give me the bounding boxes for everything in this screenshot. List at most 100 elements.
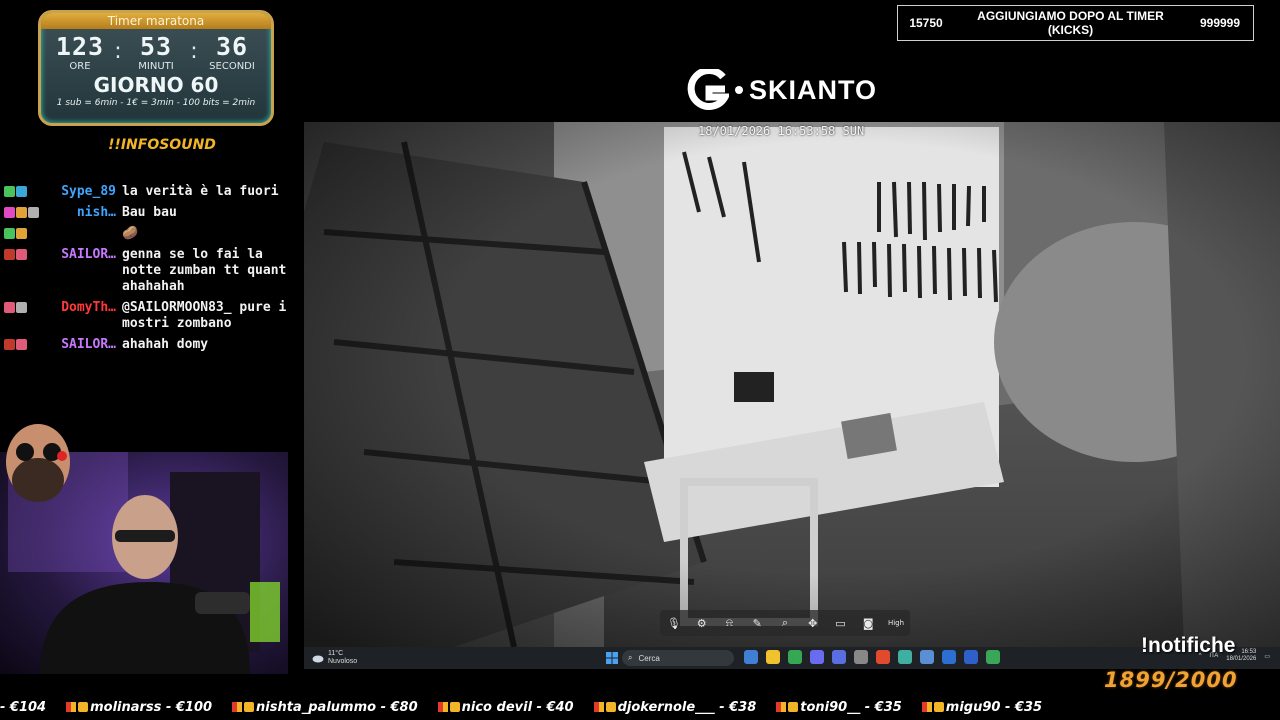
mic-icon[interactable]: 🎙	[666, 615, 682, 631]
donation-text: toni90__ - €35	[800, 700, 902, 715]
taskbar-app-icon[interactable]	[832, 650, 846, 664]
goal-separator: /	[1166, 668, 1176, 692]
donation-badge-icon	[776, 702, 787, 712]
chat-badge-icon	[16, 186, 27, 197]
windows-taskbar: 11°C Nuvoloso ⌕ Cerca ^ ITA 16:53 18/01/…	[304, 647, 1280, 669]
camera-scene	[304, 122, 1280, 647]
donation-badge-icon	[593, 702, 604, 712]
weather-temp: 11°C	[328, 650, 344, 657]
timer-rate: 1 sub = 6min - 1€ = 3min - 100 bits = 2m…	[56, 98, 256, 108]
taskbar-app-icon[interactable]	[942, 650, 956, 664]
chat-username[interactable]: nish…	[40, 205, 122, 221]
goal-current: 1899	[1104, 668, 1167, 692]
taskbar-app-icon[interactable]	[788, 650, 802, 664]
chat-badge-icon	[16, 339, 27, 350]
taskbar-app-icon[interactable]	[744, 650, 758, 664]
donation-item: molinarss - €100	[66, 697, 212, 719]
timer-day: GIORNO 60	[93, 73, 219, 97]
chat-text: 🥔	[122, 226, 139, 241]
search-icon: ⌕	[628, 653, 633, 662]
donation-badge-icon	[921, 702, 932, 712]
chat-badges	[4, 247, 40, 295]
trophy-icon	[788, 702, 799, 712]
bell-icon[interactable]: ▭	[1264, 653, 1270, 660]
chat-message: DomyTh… @SAILORMOON83_ pure i mostri zomb…	[4, 300, 294, 332]
timer-seconds: 36 SECONDI	[199, 33, 265, 73]
marathon-timer: Timer maratona 123 ORE : 53 MINUTI : 36 …	[38, 10, 274, 126]
timer-title: Timer maratona	[41, 13, 271, 29]
chat-message: SAILOR… genna se lo fai la notte zumban t…	[4, 247, 294, 295]
weather-text: 11°C Nuvoloso	[328, 650, 357, 666]
chat-message: nish… Bau bau	[4, 205, 294, 221]
timer-minutes-value: 53	[139, 32, 173, 61]
taskbar-app-icon[interactable]	[876, 650, 890, 664]
chat-username[interactable]: SAILOR…	[40, 337, 122, 353]
cloud-icon	[312, 655, 324, 663]
taskbar-app-icon[interactable]	[766, 650, 780, 664]
notification-left-value: 15750	[909, 16, 943, 30]
taskbar-search[interactable]: ⌕ Cerca	[622, 650, 734, 666]
timer-hours-value: 123	[55, 32, 105, 61]
skianto-logo: SKIANTO	[687, 68, 877, 112]
chat-username[interactable]: DomyTh…	[40, 300, 122, 332]
donation-ticker: - €104 molinarss - €100 nishta_palummo - €…	[0, 697, 1280, 719]
chat-badge-icon	[4, 186, 15, 197]
search-placeholder: Cerca	[638, 653, 660, 663]
donation-text: djokernole___ - €38	[617, 700, 757, 715]
taskbar-app-icon[interactable]	[810, 650, 824, 664]
quality-icon[interactable]: High	[888, 615, 904, 631]
timer-digits: 123 ORE : 53 MINUTI : 36 SECONDI	[41, 33, 271, 73]
donation-item: toni90__ - €35	[776, 697, 902, 719]
taskbar-app-icon[interactable]	[964, 650, 978, 664]
chat-text: Bau bau	[122, 205, 177, 220]
chat-badges	[4, 337, 40, 353]
goal-target: 2000	[1175, 668, 1238, 692]
timer-seconds-value: 36	[215, 32, 249, 61]
glasses	[115, 530, 175, 542]
chat-message: Sype_89 la verità è la fuori	[4, 184, 294, 200]
donation-text: - €104	[0, 700, 47, 715]
zoom-icon[interactable]: ⌕	[777, 615, 793, 631]
chat-text: genna se lo fai la notte zumban tt quant…	[122, 247, 287, 294]
taskbar-app-icon[interactable]	[854, 650, 868, 664]
taskbar-app-icon[interactable]	[920, 650, 934, 664]
pen-icon[interactable]: ✎	[749, 615, 765, 631]
record-icon[interactable]: ▭	[832, 615, 848, 631]
notification-message: AGGIUNGIAMO DOPO AL TIMER (KICKS)	[977, 9, 1164, 37]
trophy-icon	[244, 702, 255, 712]
chat-username[interactable]	[40, 226, 122, 242]
chat-username[interactable]: SAILOR…	[40, 247, 122, 295]
chat-username[interactable]: Sype_89	[40, 184, 122, 200]
palette-icon[interactable]: ⚙	[694, 615, 710, 631]
windows-start-icon[interactable]	[606, 652, 618, 664]
chat-badge-icon	[16, 207, 27, 218]
chat-panel: Sype_89 la verità è la fuori nish… Bau bau 🥔…	[4, 184, 294, 358]
chat-message: 🥔	[4, 226, 294, 242]
taskbar-app-icon[interactable]	[898, 650, 912, 664]
chat-text: @SAILORMOON83_ pure i mostri zombano	[122, 300, 287, 331]
donation-item: nishta_palummo - €80	[232, 697, 418, 719]
donation-text: migu90 - €35	[945, 700, 1043, 715]
ptz-icon[interactable]: ✥	[805, 615, 821, 631]
notifiche-command: !notifiche	[1141, 634, 1236, 657]
timer-seconds-label: SECONDI	[209, 61, 255, 72]
taskbar-apps	[744, 650, 1000, 664]
taskbar-app-icon[interactable]	[986, 650, 1000, 664]
weather-widget[interactable]: 11°C Nuvoloso	[312, 650, 357, 666]
alarm-icon[interactable]: ⍾	[721, 615, 737, 631]
trophy-icon	[605, 702, 616, 712]
chat-badge-icon	[4, 339, 15, 350]
snapshot-icon[interactable]: ◙	[860, 615, 876, 631]
trophy-icon	[449, 702, 460, 712]
trophy-icon	[78, 702, 89, 712]
microphone	[195, 592, 250, 614]
chat-badge-icon	[4, 302, 15, 313]
streamer-avatar	[6, 424, 70, 502]
donation-item: - €104	[0, 697, 46, 719]
camera-toolbar: 🎙 ⚙ ⍾ ✎ ⌕ ✥ ▭ ◙ High	[660, 610, 910, 636]
g-logo-icon	[687, 69, 729, 110]
chat-badge-icon	[4, 249, 15, 260]
chat-badge-icon	[28, 207, 39, 218]
logo-dot	[735, 86, 743, 94]
timer-minutes: 53 MINUTI	[123, 33, 189, 73]
